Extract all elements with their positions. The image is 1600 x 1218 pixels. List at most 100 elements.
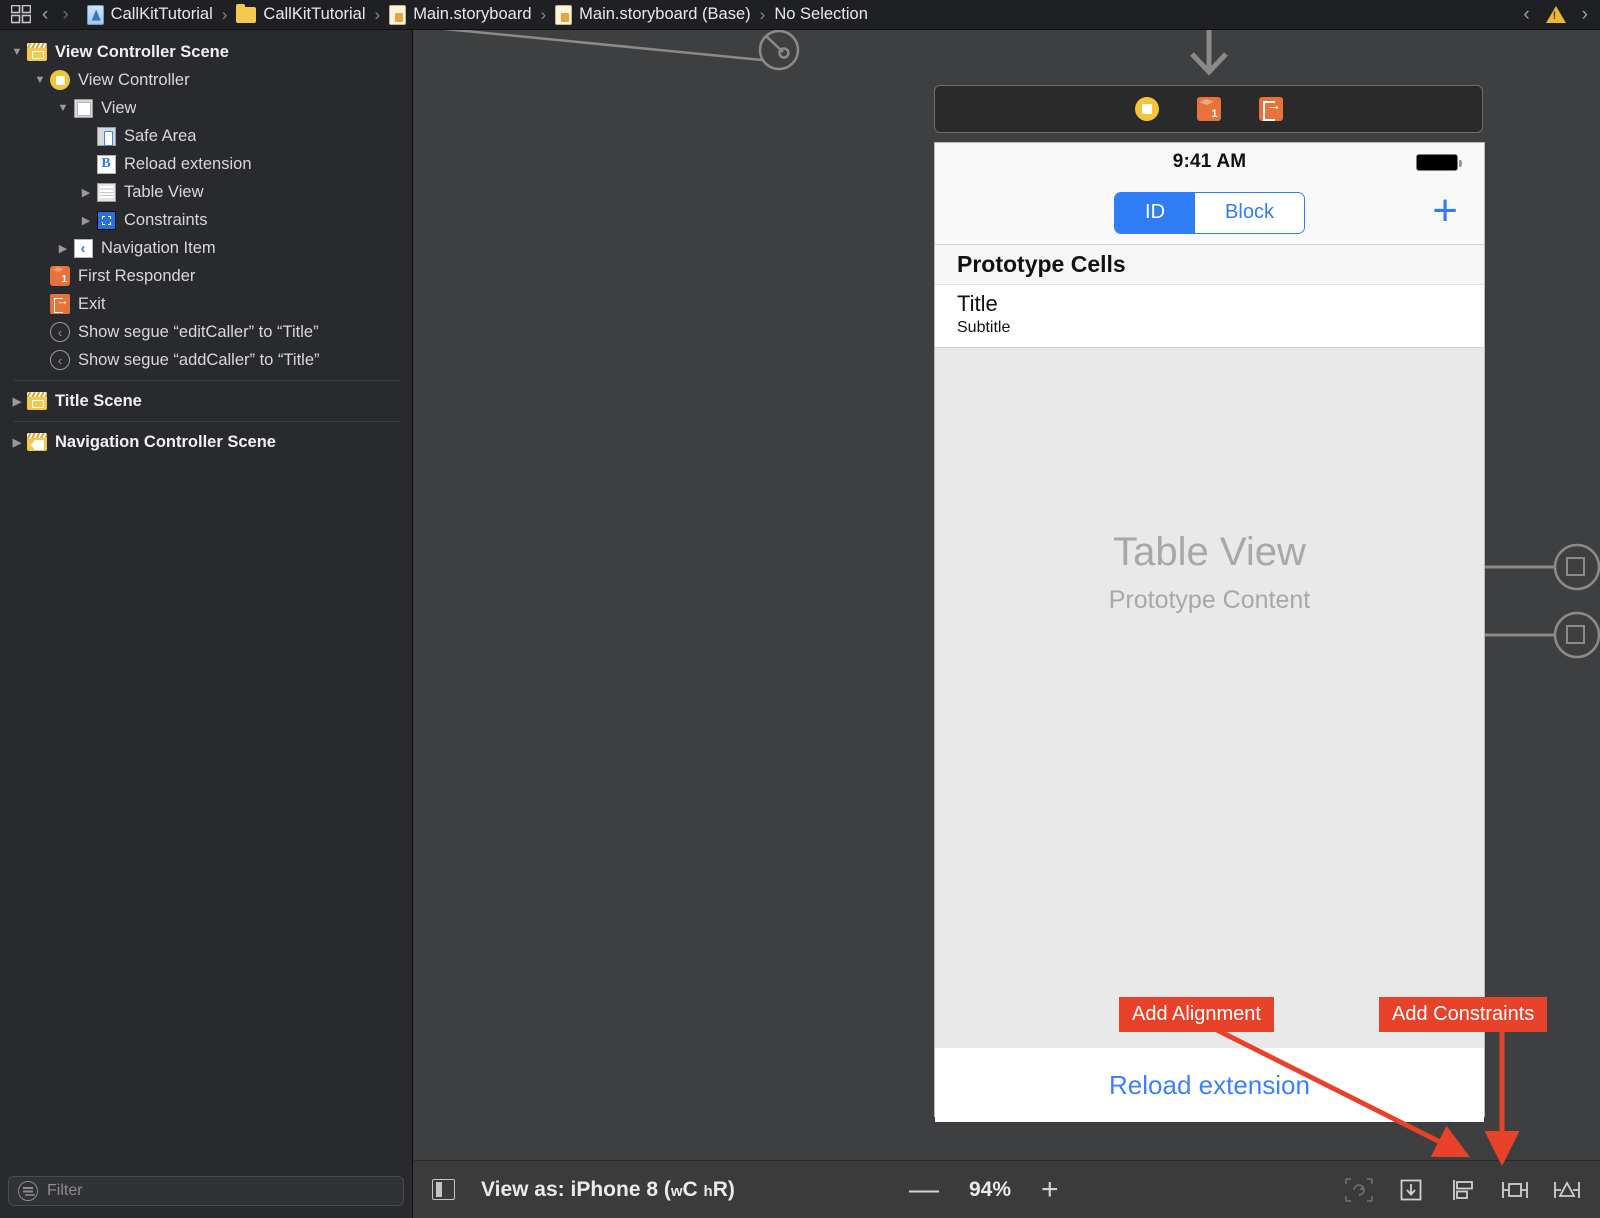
outline-row-label: Title Scene [55, 391, 142, 410]
breadcrumb-label: Main.storyboard (Base) [579, 5, 751, 23]
view-controller-icon [49, 70, 71, 90]
chevron-down-icon[interactable]: ▼ [54, 102, 72, 114]
disclosure-spacer: ▶ [31, 270, 49, 283]
segment-id[interactable]: ID [1115, 192, 1196, 233]
iphone-scene-view[interactable]: 9:41 AM ID Block + Prototype Cells Title… [935, 143, 1484, 1122]
view-as-height-class: R) [712, 1177, 735, 1201]
cell-title: Title [957, 291, 998, 316]
breadcrumb-separator: › [374, 4, 381, 24]
outline-row[interactable]: ▶ Safe Area [0, 122, 412, 150]
breadcrumb-separator: › [759, 4, 766, 24]
filter-placeholder: Filter [47, 1182, 83, 1199]
outline-row-label: First Responder [78, 266, 196, 285]
plus-icon[interactable]: + [1432, 189, 1458, 233]
storyboard-icon [389, 4, 407, 25]
outline-row-label: Table View [124, 182, 204, 201]
reload-extension-button[interactable]: Reload extension [1109, 1070, 1310, 1101]
status-bar-time: 9:41 AM [1172, 151, 1247, 172]
chevron-right-icon[interactable]: ▶ [8, 436, 26, 449]
warning-triangle-icon[interactable] [1545, 6, 1566, 23]
breadcrumb-item-storyboard-base[interactable]: Main.storyboard (Base) [555, 4, 751, 25]
outline-row[interactable]: ▶‹ Show segue “editCaller” to “Title” [0, 318, 412, 346]
chevron-left-icon[interactable]: ‹ [1523, 5, 1529, 24]
outline-row[interactable]: ▶B Reload extension [0, 150, 412, 178]
scene-dock[interactable]: 1 [934, 85, 1483, 133]
view-as-height-class-prefix: h [703, 1182, 713, 1200]
outline-row[interactable]: ▼ View [0, 94, 412, 122]
outline-row[interactable]: ▶ Navigation Controller Scene [0, 428, 412, 456]
breadcrumb-item-project[interactable]: CallKitTutorial [86, 4, 213, 25]
nav-scene-icon [26, 432, 48, 452]
breadcrumb-label: CallKitTutorial [263, 5, 366, 23]
outline-row[interactable]: ▶ Exit [0, 290, 412, 318]
outline-row[interactable]: ▶ Title Scene [0, 387, 412, 415]
embed-in-icon[interactable] [1396, 1177, 1426, 1203]
chevron-right-icon[interactable]: ▶ [77, 214, 95, 227]
first-responder-icon[interactable]: 1 [1196, 97, 1221, 121]
outline-row[interactable]: ▶‹ Show segue “addCaller” to “Title” [0, 346, 412, 374]
table-view-body[interactable]: Table View Prototype Content [935, 348, 1484, 1048]
zoom-controls: — 94% + [909, 1174, 1059, 1205]
segment-block[interactable]: Block [1195, 192, 1304, 233]
segue-icon: ‹ [49, 322, 71, 342]
disclosure-spacer: ▶ [31, 298, 49, 311]
outline-row-label: View Controller Scene [55, 42, 229, 61]
outline-row[interactable]: ▶ Constraints [0, 206, 412, 234]
view-as-width-class-prefix: w [670, 1182, 683, 1200]
outline-row-label: View Controller [78, 70, 190, 89]
outline-row-label: Show segue “addCaller” to “Title” [78, 350, 320, 369]
breadcrumb-label: CallKitTutorial [110, 5, 213, 23]
outline-row-label: Constraints [124, 210, 208, 229]
outline-row-label: Reload extension [124, 154, 252, 173]
storyboard-canvas[interactable]: 1 9:41 AM ID Block + Prototype Cells Tit… [414, 30, 1600, 1160]
chevron-down-icon[interactable]: ▼ [8, 46, 26, 58]
chevron-right-icon[interactable]: ▶ [8, 395, 26, 408]
zoom-out-button[interactable]: — [909, 1174, 939, 1205]
view-as-label[interactable]: View as: iPhone 8 (wC hR) [481, 1178, 735, 1202]
breadcrumb-item-folder[interactable]: CallKitTutorial [236, 3, 366, 24]
battery-full-icon [1416, 154, 1462, 171]
segmented-control[interactable]: ID Block [1114, 191, 1305, 234]
first-responder-icon: 1 [49, 266, 71, 286]
exit-icon[interactable] [1258, 97, 1283, 121]
table-view-icon [95, 182, 117, 202]
view-icon [72, 98, 94, 118]
chevron-right-icon[interactable]: ▶ [77, 186, 95, 199]
storyboard-icon [555, 4, 573, 25]
outline-row[interactable]: ▼ View Controller Scene [0, 38, 412, 66]
xcode-interface-builder-window: ‹ › CallKitTutorial › CallKitTutorial › … [0, 0, 1600, 1218]
swift-project-icon [86, 4, 104, 25]
outline-row[interactable]: ▶ ‹ Navigation Item [0, 234, 412, 262]
prototype-cell[interactable]: Title Subtitle [935, 285, 1484, 348]
outline-row-label: Show segue “editCaller” to “Title” [78, 322, 319, 341]
left-panel-toggle-icon[interactable] [432, 1179, 455, 1200]
outline-row[interactable]: ▼ View Controller [0, 66, 412, 94]
filter-icon [18, 1181, 38, 1201]
chevron-right-icon[interactable]: › [1582, 5, 1588, 24]
exit-icon [49, 293, 71, 314]
breadcrumb-item-storyboard[interactable]: Main.storyboard [389, 4, 532, 25]
navigation-item-icon: ‹ [72, 238, 94, 258]
chevron-right-icon[interactable]: › [62, 5, 68, 24]
chevron-right-icon[interactable]: ▶ [54, 242, 72, 255]
view-controller-icon[interactable] [1134, 97, 1159, 121]
chevron-down-icon[interactable]: ▼ [31, 74, 49, 86]
filter-bar[interactable]: Filter [8, 1176, 404, 1206]
zoom-in-button[interactable]: + [1041, 1174, 1059, 1205]
outline-row[interactable]: ▶1 First Responder [0, 262, 412, 290]
grid-icon[interactable] [10, 5, 32, 25]
disclosure-spacer: ▶ [31, 354, 49, 367]
scene-icon [26, 391, 48, 411]
outline-row[interactable]: ▶ Table View [0, 178, 412, 206]
breadcrumb-item-selection[interactable]: No Selection [774, 5, 868, 24]
align-icon[interactable] [1448, 1177, 1478, 1203]
navigation-bar: ID Block + [935, 181, 1484, 245]
chevron-left-icon[interactable]: ‹ [42, 5, 48, 24]
resolve-auto-layout-issues-icon[interactable] [1552, 1177, 1582, 1203]
update-frames-icon[interactable] [1344, 1177, 1374, 1203]
outline-divider [14, 421, 400, 422]
safe-area-icon [95, 126, 117, 146]
auto-layout-buttons [1344, 1177, 1582, 1203]
add-new-constraints-icon[interactable] [1500, 1177, 1530, 1203]
outline-tree: ▼ View Controller Scene ▼ View Controller ▼ V… [0, 30, 412, 456]
